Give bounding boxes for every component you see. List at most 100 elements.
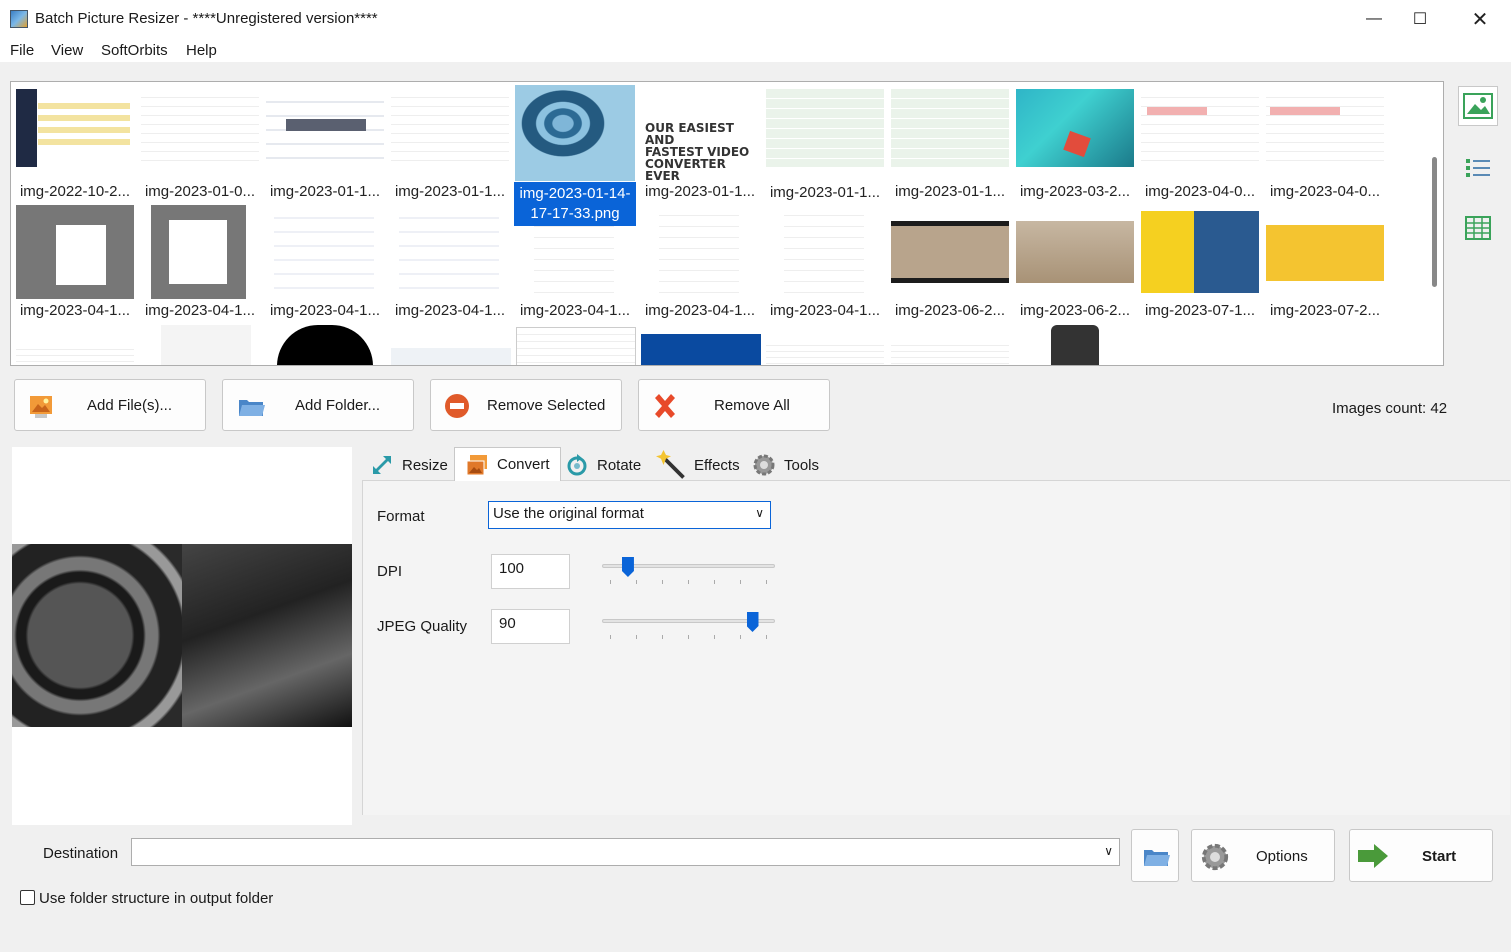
thumbnail[interactable]: img-2023-04-1... (639, 205, 761, 323)
thumbnail[interactable]: img-2023-01-0... (139, 85, 261, 203)
chevron-down-icon[interactable]: ∨ (1104, 844, 1113, 858)
thumbnail-label: img-2022-10-2... (19, 183, 131, 200)
thumbnail[interactable] (891, 340, 1009, 365)
list-view-icon[interactable] (1458, 148, 1498, 188)
window-title: Batch Picture Resizer - ****Unregistered… (35, 10, 378, 27)
thumbnail-label: img-2023-07-2... (1269, 302, 1381, 319)
tab-rotate[interactable]: Rotate (565, 449, 641, 481)
slider-tick (636, 635, 637, 639)
jpeg-quality-input[interactable]: 90 (491, 609, 570, 644)
table-view-icon[interactable] (1458, 208, 1498, 248)
slider-tick (662, 580, 663, 584)
thumbnail-label: img-2023-04-1... (769, 302, 881, 319)
grid-scrollbar[interactable] (1432, 157, 1437, 287)
thumbnail[interactable] (516, 327, 636, 365)
slider-tick (688, 580, 689, 584)
thumbnail-label: img-2023-06-2... (1019, 302, 1131, 319)
minimize-icon[interactable]: — (1351, 0, 1397, 38)
destination-label: Destination (43, 845, 119, 862)
start-button[interactable]: Start (1349, 829, 1493, 882)
slider-tick (714, 635, 715, 639)
thumbnail[interactable]: img-2023-01-1... (389, 85, 511, 203)
dpi-input[interactable]: 100 (491, 554, 570, 589)
slider-tick (610, 580, 611, 584)
thumbnail[interactable]: img-2023-01-1... (264, 85, 386, 203)
thumbnail[interactable] (16, 344, 134, 365)
thumbnail[interactable]: img-2023-04-1... (139, 205, 261, 323)
thumbnail[interactable]: img-2023-01-1... (889, 85, 1011, 203)
browse-folder-button[interactable] (1131, 829, 1179, 882)
thumbnail[interactable]: img-2023-07-1... (1139, 205, 1261, 323)
menu-view[interactable]: View (51, 42, 83, 59)
thumbnail[interactable] (641, 334, 761, 365)
slider-tick (740, 580, 741, 584)
thumbnail-label: img-2023-04-1... (519, 302, 631, 319)
thumbnail[interactable]: img-2023-07-2... (1264, 205, 1386, 323)
thumbnail[interactable]: img-2023-06-2... (889, 205, 1011, 323)
dpi-label: DPI (377, 563, 403, 580)
tab-resize[interactable]: Resize (370, 449, 448, 481)
promo-text: OUR EASIEST AND (645, 121, 734, 147)
menu-file[interactable]: File (10, 42, 34, 59)
thumbnail-label: img-2023-01-1... (894, 183, 1006, 200)
slider-tick (766, 635, 767, 639)
thumbnail[interactable] (161, 325, 251, 365)
tab-effects[interactable]: Effects (656, 449, 740, 481)
thumbnail[interactable]: img-2023-04-1... (389, 205, 511, 323)
thumbnail[interactable]: img-2023-04-0... (1139, 85, 1261, 203)
thumbnail-grid[interactable]: img-2022-10-2... img-2023-01-0... img-20… (10, 81, 1444, 366)
remove-all-button[interactable]: Remove All (638, 379, 830, 431)
convert-panel (362, 480, 1510, 815)
format-select-value: Use the original format (493, 505, 644, 522)
thumbnail-label: img-2023-04-1... (269, 302, 381, 319)
thumbnail[interactable]: img-2023-01-1... (1).png (764, 85, 886, 221)
promo-text: CONVERTER EVER (645, 157, 726, 183)
thumbnail[interactable] (766, 340, 884, 365)
slider-tick (662, 635, 663, 639)
thumbnail[interactable]: img-2023-04-1... (764, 205, 886, 323)
thumbnail-label: img-2023-04-1... (144, 302, 256, 319)
menu-bar: File View SoftOrbits Help (0, 38, 1511, 62)
slider-tick (688, 635, 689, 639)
format-select[interactable]: Use the original format ∨ (488, 501, 771, 529)
convert-icon (466, 454, 487, 475)
options-button[interactable]: Options (1191, 829, 1335, 882)
thumbnail[interactable]: img-2022-10-2... (14, 85, 136, 203)
thumbnail[interactable]: img-2023-04-0... (1264, 85, 1386, 203)
chevron-down-icon: ∨ (755, 506, 764, 520)
thumbnail-label: img-2023-04-0... (1269, 183, 1381, 200)
remove-icon (445, 394, 469, 418)
add-files-button[interactable]: Add File(s)... (14, 379, 206, 431)
thumbnail[interactable] (277, 325, 373, 365)
add-folder-button[interactable]: Add Folder... (222, 379, 414, 431)
close-icon[interactable]: ✕ (1457, 0, 1503, 38)
thumbnail-label: img-2023-04-1... (19, 302, 131, 319)
destination-input[interactable]: ∨ (131, 838, 1120, 866)
thumbnail[interactable]: img-2023-06-2... (1014, 205, 1136, 323)
menu-softorbits[interactable]: SoftOrbits (101, 42, 168, 59)
maximize-icon[interactable]: ☐ (1397, 0, 1443, 38)
thumbnail[interactable]: img-2023-04-1... (264, 205, 386, 323)
thumbnail-selected[interactable]: img-2023-01-14-17-17-33.png (514, 85, 636, 226)
gear-icon (1201, 843, 1229, 871)
thumbnail-label: img-2023-07-1... (1144, 302, 1256, 319)
thumbnail[interactable]: img-2023-04-1... (14, 205, 136, 323)
thumbnail[interactable] (1051, 325, 1099, 365)
image-preview (12, 447, 352, 825)
tab-tools[interactable]: Tools (752, 449, 819, 481)
tab-bar: Resize Convert Rotate Effects Tools (362, 447, 1510, 481)
thumbnail[interactable] (391, 348, 511, 365)
thumbnail-view-icon[interactable] (1458, 86, 1498, 126)
resize-icon (373, 456, 391, 474)
remove-selected-button[interactable]: Remove Selected (430, 379, 622, 431)
format-label: Format (377, 508, 425, 525)
menu-help[interactable]: Help (186, 42, 217, 59)
thumbnail-label: img-2023-01-1... (269, 183, 381, 200)
title-bar: Batch Picture Resizer - ****Unregistered… (0, 0, 1511, 38)
tab-convert[interactable]: Convert (454, 447, 561, 481)
thumbnail[interactable]: OUR EASIEST AND FASTEST VIDEO CONVERTER … (639, 85, 761, 203)
app-icon (10, 10, 28, 28)
folder-structure-checkbox[interactable] (20, 890, 35, 905)
thumbnail-label: img-2023-04-1... (394, 302, 506, 319)
thumbnail[interactable]: img-2023-03-2... (1014, 85, 1136, 203)
